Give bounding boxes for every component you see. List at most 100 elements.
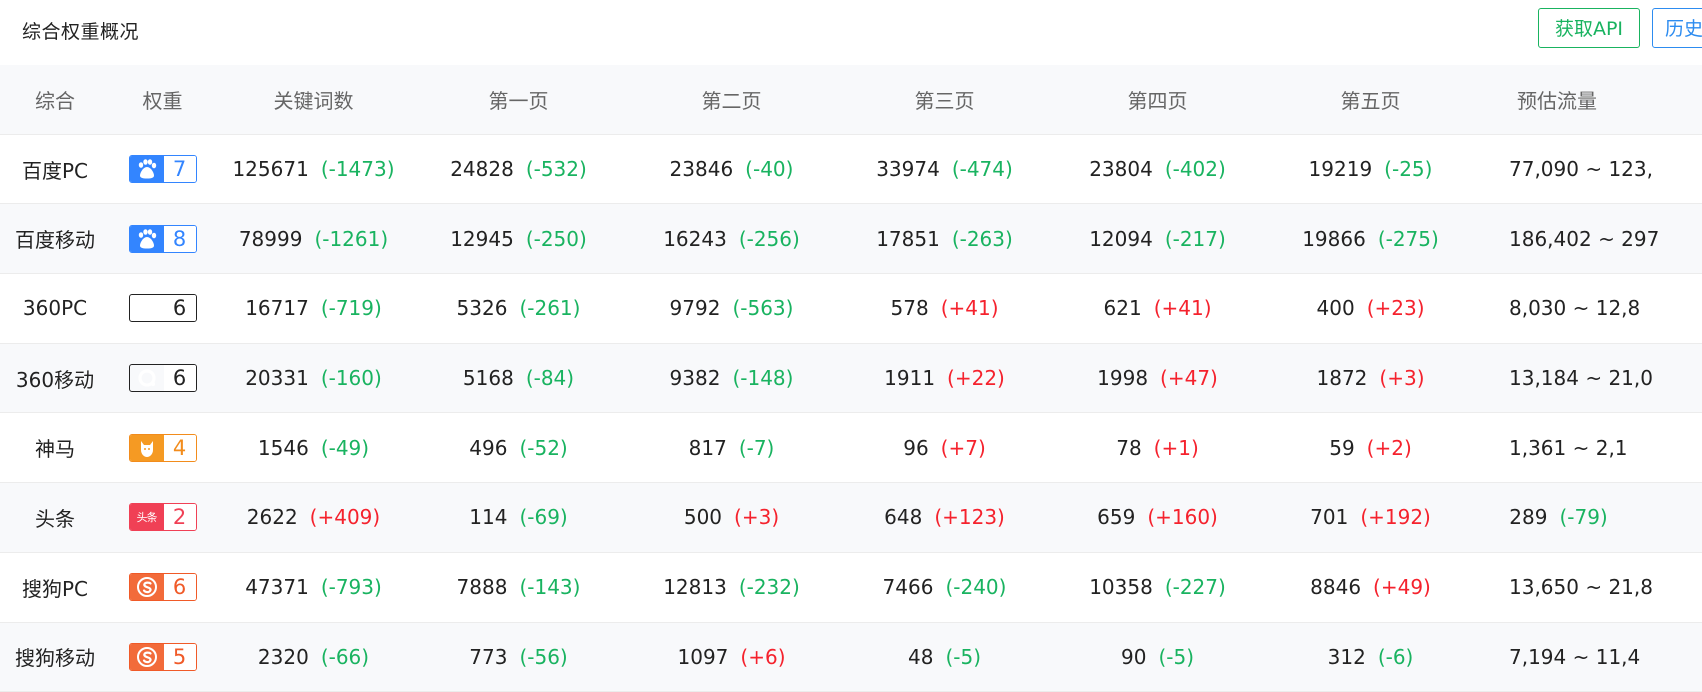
change-value: (-402) xyxy=(1164,157,1226,182)
change-value: (-66) xyxy=(320,644,370,669)
count-value: 19866 xyxy=(1302,226,1366,251)
weight-cell: 6 xyxy=(110,552,215,623)
weight-cell: 7 xyxy=(110,134,215,205)
cell-traffic: 13,184 ~ 21,0 xyxy=(1477,343,1702,414)
count-value: 312 xyxy=(1327,644,1366,669)
engine-name: 搜狗PC xyxy=(0,552,110,623)
change-value: (+123) xyxy=(934,505,1005,530)
change-value: (-240) xyxy=(945,575,1007,600)
cell-traffic: 13,650 ~ 21,8 xyxy=(1477,552,1702,623)
traffic-value: 13,184 ~ 21,0 xyxy=(1509,366,1653,391)
weight-overview-table: 综合 权重 关键词数 第一页 第二页 第三页 第四页 第五页 预估流量 百度PC… xyxy=(0,65,1702,692)
count-value: 12813 xyxy=(663,575,727,600)
cell-keywords: 16717 (-719) xyxy=(215,273,412,344)
change-value: (-49) xyxy=(320,435,370,460)
cell-page3: 578 (+41) xyxy=(838,273,1051,344)
change-value: (-69) xyxy=(519,505,568,530)
change-value: (+3) xyxy=(1379,366,1425,391)
cell-page2: 16243 (-256) xyxy=(625,203,838,275)
cell-keywords: 47371 (-793) xyxy=(215,552,412,623)
weight-badge[interactable]: 5 xyxy=(128,642,197,671)
traffic-value: 77,090 ~ 123, xyxy=(1509,157,1653,182)
change-value: (+2) xyxy=(1366,435,1412,460)
cell-page4: 23804 (-402) xyxy=(1051,134,1264,205)
weight-badge[interactable]: 4 xyxy=(128,433,197,462)
col-header-page3: 第三页 xyxy=(838,65,1051,135)
cell-page4: 1998 (+47) xyxy=(1051,343,1264,414)
table-row: 头条 头条 2 2622 (+409) 114 (-69) 500 (+3) 648 (+123) 6… xyxy=(0,482,1702,553)
page-title: 综合权重概况 xyxy=(22,21,140,43)
cell-page1: 7888 (-143) xyxy=(412,552,625,623)
change-value: (+6) xyxy=(740,644,786,669)
cell-page4: 78 (+1) xyxy=(1051,412,1264,484)
cell-page1: 773 (-56) xyxy=(412,622,625,692)
cell-page1: 114 (-69) xyxy=(412,482,625,553)
col-header-keywords: 关键词数 xyxy=(215,65,412,135)
count-value: 2622 xyxy=(246,505,298,530)
count-value: 78 xyxy=(1116,435,1142,460)
cell-keywords: 20331 (-160) xyxy=(215,343,412,414)
weight-badge[interactable]: 7 xyxy=(128,155,197,184)
cell-page4: 659 (+160) xyxy=(1051,482,1264,553)
cell-page4: 621 (+41) xyxy=(1051,273,1264,344)
count-value: 7466 xyxy=(882,575,934,600)
cell-keywords: 1546 (-49) xyxy=(215,412,412,484)
count-value: 659 xyxy=(1097,505,1136,530)
table-row: 神马 4 1546 (-49) 496 (-52) 817 (-7) 96 (+7) 78 (+1) 5… xyxy=(0,412,1702,484)
cell-traffic: 1,361 ~ 2,1 xyxy=(1477,412,1702,484)
count-value: 16243 xyxy=(663,226,727,251)
change-value: (-1473) xyxy=(320,157,395,182)
change-value: (-7) xyxy=(738,435,775,460)
cell-page5: 19866 (-275) xyxy=(1264,203,1477,275)
count-value: 23846 xyxy=(669,157,734,182)
change-value: (-56) xyxy=(519,644,568,669)
weight-badge[interactable]: 6 xyxy=(128,294,197,323)
change-value: (+7) xyxy=(940,435,986,460)
count-value: 17851 xyxy=(876,226,940,251)
weight-cell: 头条 2 xyxy=(110,482,215,553)
col-header-page4: 第四页 xyxy=(1051,65,1264,135)
col-header-page5: 第五页 xyxy=(1264,65,1477,135)
count-value: 19219 xyxy=(1308,157,1373,182)
count-value: 1998 xyxy=(1097,366,1149,391)
table-row: 搜狗PC 6 47371 (-793) 7888 (-143) 12813 (-232) 746… xyxy=(0,552,1702,623)
cell-page3: 17851 (-263) xyxy=(838,203,1051,275)
weight-badge[interactable]: 6 xyxy=(128,573,197,602)
change-value: (-217) xyxy=(1164,226,1226,251)
change-value: (-719) xyxy=(320,296,382,321)
count-value: 1097 xyxy=(677,644,729,669)
panel-header: 综合权重概况 获取API 历史 xyxy=(0,0,1702,66)
engine-name: 360PC xyxy=(0,273,110,344)
traffic-value: 289 xyxy=(1509,505,1548,530)
count-value: 496 xyxy=(469,435,508,460)
change-value: (-40) xyxy=(745,157,794,182)
count-value: 578 xyxy=(890,296,929,321)
change-value: (-532) xyxy=(525,157,587,182)
history-button[interactable]: 历史 xyxy=(1652,8,1702,48)
table-row: 360PC 6 16717 (-719) 5326 (-261) 9792 (-563) 578… xyxy=(0,273,1702,344)
count-value: 78999 xyxy=(238,226,303,251)
table-row: 百度移动 8 78999 (-1261) 12945 (-250) 16243 (-256) 1… xyxy=(0,203,1702,275)
weight-badge[interactable]: 6 xyxy=(128,364,197,393)
col-header-weight: 权重 xyxy=(110,65,215,135)
table-row: 360移动 6 20331 (-160) 5168 (-84) 9382 (-148) 1911… xyxy=(0,343,1702,414)
count-value: 5326 xyxy=(456,296,508,321)
cell-traffic: 289 (-79) xyxy=(1477,482,1702,553)
weight-value: 2 xyxy=(163,504,196,531)
count-value: 773 xyxy=(469,644,508,669)
cell-page3: 33974 (-474) xyxy=(838,134,1051,205)
count-value: 12945 xyxy=(450,226,514,251)
weight-value: 5 xyxy=(163,643,196,670)
count-value: 90 xyxy=(1121,644,1147,669)
engine-name: 神马 xyxy=(0,412,110,484)
count-value: 400 xyxy=(1316,296,1355,321)
cell-page3: 1911 (+22) xyxy=(838,343,1051,414)
get-api-button[interactable]: 获取API xyxy=(1538,8,1640,48)
weight-badge[interactable]: 头条 2 xyxy=(128,503,197,532)
count-value: 47371 xyxy=(245,575,309,600)
change-value: (-6) xyxy=(1377,644,1414,669)
weight-badge[interactable]: 8 xyxy=(128,224,197,253)
change-value: (+49) xyxy=(1373,575,1431,600)
count-value: 125671 xyxy=(232,157,309,182)
weight-value: 6 xyxy=(163,295,196,322)
